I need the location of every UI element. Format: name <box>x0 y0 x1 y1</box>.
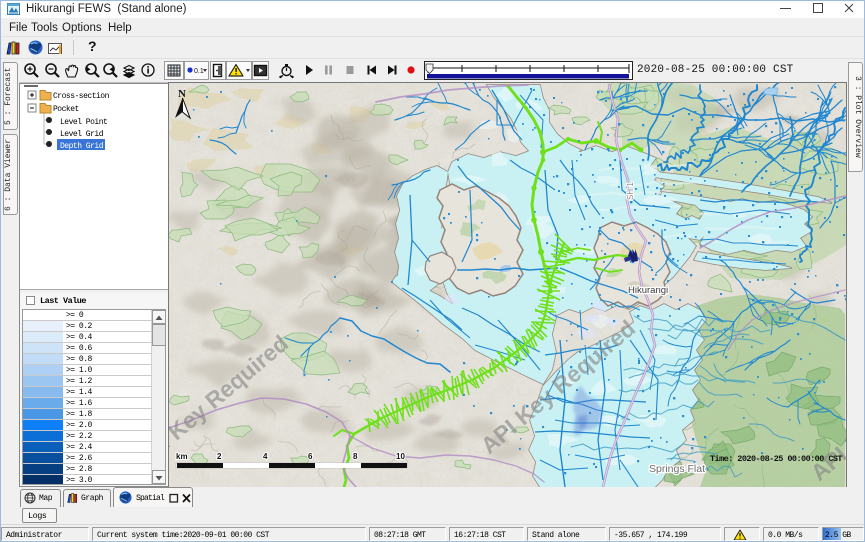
svg-text:0.1: 0.1 <box>194 68 204 75</box>
svg-text:6: 6 <box>308 452 313 461</box>
svg-text:Hikurangi: Hikurangi <box>628 285 668 296</box>
svg-text:km: km <box>176 452 188 461</box>
svg-text:Pocket: Pocket <box>53 105 79 114</box>
svg-text:4: 4 <box>263 452 268 461</box>
svg-text:Depth Grid: Depth Grid <box>60 142 104 151</box>
svg-text:Cross-section: Cross-section <box>53 92 110 101</box>
svg-text:10: 10 <box>396 452 405 461</box>
svg-text:SH 1: SH 1 <box>626 182 635 200</box>
svg-text:Time: 2020-08-25 00:00:00 CST: Time: 2020-08-25 00:00:00 CST <box>710 454 842 464</box>
svg-text:8: 8 <box>353 452 358 461</box>
svg-text:Springs Flat: Springs Flat <box>649 463 705 475</box>
svg-text:Level Point: Level Point <box>60 118 107 127</box>
svg-text:2: 2 <box>217 452 222 461</box>
svg-text:Level Grid: Level Grid <box>60 130 104 139</box>
